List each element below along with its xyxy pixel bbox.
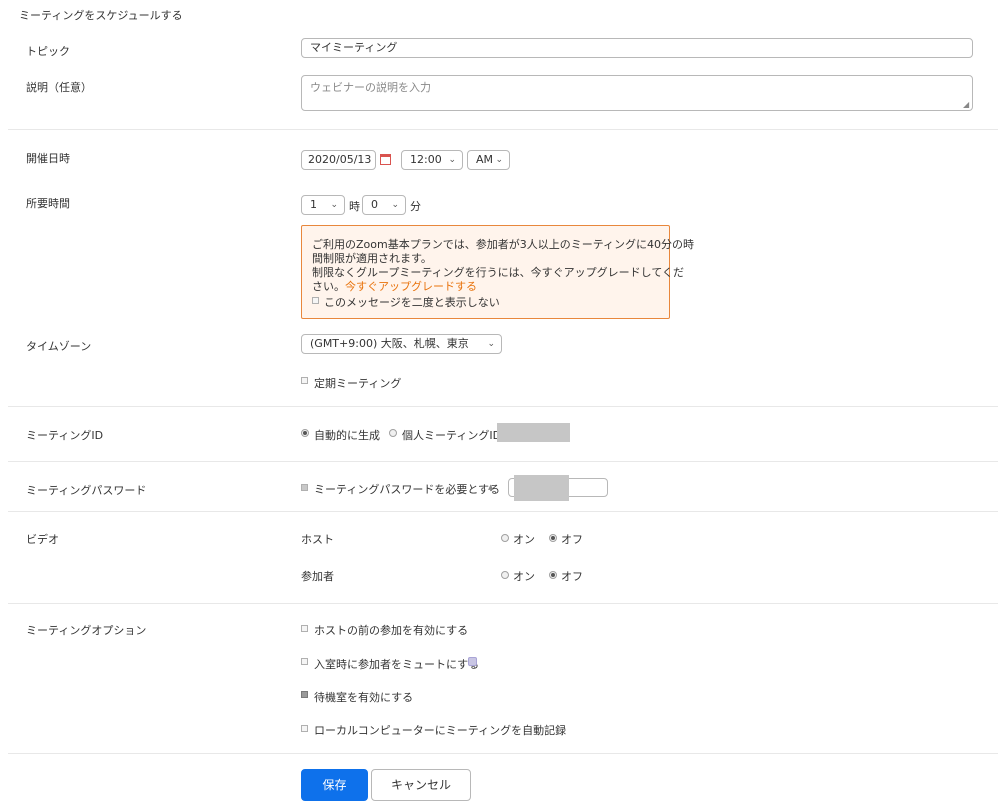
redacted-personal-id xyxy=(497,423,570,442)
options-label: ミーティングオプション xyxy=(26,624,147,637)
chevron-down-icon: ⌄ xyxy=(495,155,503,165)
chevron-down-icon: ⌄ xyxy=(487,339,495,349)
divider xyxy=(8,511,998,512)
description-field[interactable]: ウェビナーの説明を入力 xyxy=(301,75,973,111)
description-label: 説明（任意） xyxy=(26,81,92,94)
chevron-down-icon: ⌄ xyxy=(391,200,399,210)
upgrade-notice: ご利用のZoom基本プランでは、参加者が3人以上のミーティングに40分の時 間制… xyxy=(301,225,694,319)
divider xyxy=(8,129,998,130)
topic-label: トピック xyxy=(26,45,70,58)
divider xyxy=(8,461,998,462)
resize-handle-icon[interactable]: ◢ xyxy=(963,100,969,109)
join-before-host-label: ホストの前の参加を有効にする xyxy=(314,624,469,637)
auto-record-checkbox[interactable] xyxy=(301,725,308,732)
participant-video-off-label: オフ xyxy=(561,570,583,583)
topic-input[interactable]: マイミーティング xyxy=(301,38,973,58)
recurring-checkbox[interactable] xyxy=(301,377,308,384)
timezone-label: タイムゾーン xyxy=(26,340,92,353)
minutes-unit: 分 xyxy=(410,200,421,213)
page-title: ミーティングをスケジュールする xyxy=(19,9,183,22)
duration-minutes-value: 0 xyxy=(371,198,378,211)
date-time-label: 開催日時 xyxy=(26,152,70,165)
meeting-id-label: ミーティングID xyxy=(26,429,104,442)
time-select[interactable]: 12:00 ⌄ xyxy=(401,150,463,170)
personal-id-label: 個人ミーティングID xyxy=(402,429,502,442)
require-password-label: ミーティングパスワードを必要とする xyxy=(314,483,501,496)
require-password-checkbox[interactable] xyxy=(301,484,308,491)
notice-line-4: さい。 xyxy=(312,280,345,293)
video-label: ビデオ xyxy=(26,533,59,546)
duration-minutes-select[interactable]: 0 ⌄ xyxy=(362,195,406,215)
date-input[interactable]: 2020/05/13 xyxy=(301,150,376,170)
calendar-icon[interactable] xyxy=(380,154,391,165)
cancel-button[interactable]: キャンセル xyxy=(371,769,471,801)
password-label: ミーティングパスワード xyxy=(26,484,147,497)
dont-show-label: このメッセージを二度と表示しない xyxy=(324,296,500,309)
duration-hours-select[interactable]: 1 ⌄ xyxy=(301,195,345,215)
duration-label: 所要時間 xyxy=(26,197,70,210)
auto-id-label: 自動的に生成 xyxy=(314,429,380,442)
host-video-on-radio[interactable] xyxy=(501,534,509,542)
divider xyxy=(8,603,998,604)
waiting-room-label: 待機室を有効にする xyxy=(314,691,414,704)
timezone-select[interactable]: (GMT+9:00) 大阪、札幌、東京 ⌄ xyxy=(301,334,502,354)
time-value: 12:00 xyxy=(410,153,442,166)
info-icon[interactable] xyxy=(468,657,477,666)
upgrade-link[interactable]: 今すぐアップグレードする xyxy=(345,280,477,293)
divider xyxy=(8,406,998,407)
personal-id-radio[interactable] xyxy=(389,429,397,437)
timezone-value: (GMT+9:00) 大阪、札幌、東京 xyxy=(310,337,469,350)
chevron-down-icon: ⌄ xyxy=(448,155,456,165)
video-participant-label: 参加者 xyxy=(301,570,334,583)
mute-on-entry-checkbox[interactable] xyxy=(301,658,308,665)
divider xyxy=(8,753,998,754)
redacted-password xyxy=(514,475,569,501)
waiting-room-checkbox[interactable] xyxy=(301,691,308,698)
hours-unit: 時 xyxy=(349,200,360,213)
auto-id-radio[interactable] xyxy=(301,429,309,437)
join-before-host-checkbox[interactable] xyxy=(301,625,308,632)
duration-hours-value: 1 xyxy=(310,198,317,211)
chevron-down-icon: ⌄ xyxy=(330,200,338,210)
participant-video-on-radio[interactable] xyxy=(501,571,509,579)
participant-video-on-label: オン xyxy=(513,570,535,583)
recurring-label: 定期ミーティング xyxy=(314,377,402,390)
mute-on-entry-label: 入室時に参加者をミュートにする xyxy=(314,658,480,671)
host-video-on-label: オン xyxy=(513,533,535,546)
video-host-label: ホスト xyxy=(301,533,334,546)
ampm-value: AM xyxy=(476,153,494,166)
participant-video-off-radio[interactable] xyxy=(549,571,557,579)
auto-record-label: ローカルコンピューターにミーティングを自動記録 xyxy=(314,724,567,737)
host-video-off-radio[interactable] xyxy=(549,534,557,542)
host-video-off-label: オフ xyxy=(561,533,583,546)
save-button[interactable]: 保存 xyxy=(301,769,368,801)
ampm-select[interactable]: AM ⌄ xyxy=(467,150,510,170)
warning-icon: ▲ xyxy=(488,483,494,491)
dont-show-checkbox[interactable] xyxy=(312,297,319,304)
